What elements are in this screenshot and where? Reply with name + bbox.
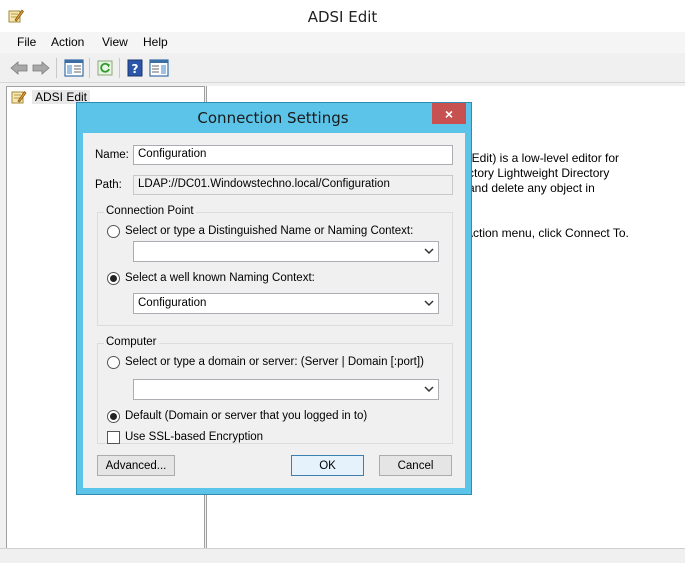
path-label: Path: bbox=[95, 179, 122, 191]
toolbar-separator bbox=[119, 58, 120, 78]
default-server-label[interactable]: Default (Domain or server that you logge… bbox=[125, 410, 367, 422]
dialog-title: Connection Settings bbox=[197, 109, 349, 127]
svg-text:?: ? bbox=[132, 62, 139, 76]
menu-action[interactable]: Action bbox=[51, 35, 84, 49]
well-known-context-value: Configuration bbox=[138, 297, 207, 309]
toolbar-separator bbox=[89, 58, 90, 78]
chevron-down-icon bbox=[424, 300, 434, 307]
show-hide-console-tree-button[interactable] bbox=[63, 57, 85, 79]
close-button[interactable]: × bbox=[432, 103, 466, 124]
ssl-encryption-label[interactable]: Use SSL-based Encryption bbox=[125, 431, 263, 443]
description-line: Action menu, click Connect To. bbox=[465, 226, 629, 240]
name-label: Name: bbox=[95, 149, 129, 161]
help-button[interactable]: ? bbox=[124, 57, 146, 79]
window-title: ADSI Edit bbox=[307, 8, 378, 26]
forward-arrow-icon bbox=[32, 61, 50, 75]
toolbar: ? bbox=[0, 53, 685, 83]
name-field[interactable]: Configuration bbox=[133, 145, 453, 165]
ok-button[interactable]: OK bbox=[291, 455, 364, 476]
well-known-context-label[interactable]: Select a well known Naming Context: bbox=[125, 272, 315, 284]
chevron-down-icon bbox=[424, 386, 434, 393]
well-known-context-combo[interactable]: Configuration bbox=[133, 293, 439, 314]
domain-server-label[interactable]: Select or type a domain or server: (Serv… bbox=[125, 356, 424, 368]
path-field: LDAP://DC01.Windowstechno.local/Configur… bbox=[133, 175, 453, 195]
help-icon: ? bbox=[127, 59, 143, 77]
distinguished-name-combo[interactable] bbox=[133, 241, 439, 262]
show-action-pane-button[interactable] bbox=[148, 57, 170, 79]
ssl-encryption-checkbox[interactable] bbox=[107, 431, 120, 444]
back-arrow-icon bbox=[10, 61, 28, 75]
show-action-pane-icon bbox=[149, 59, 169, 77]
description-line: ctory Lightweight Directory bbox=[468, 166, 610, 180]
menu-help[interactable]: Help bbox=[143, 35, 168, 49]
connection-point-group: Connection Point Select or type a Distin… bbox=[97, 205, 453, 326]
default-server-radio[interactable] bbox=[107, 410, 120, 423]
show-hide-console-tree-icon bbox=[64, 59, 84, 77]
back-button[interactable] bbox=[8, 57, 30, 79]
refresh-button[interactable] bbox=[94, 57, 116, 79]
menu-view[interactable]: View bbox=[102, 35, 128, 49]
advanced-button[interactable]: Advanced... bbox=[97, 455, 175, 476]
computer-group: Computer Select or type a domain or serv… bbox=[97, 336, 453, 444]
title-bar: ADSI Edit bbox=[0, 0, 685, 32]
status-bar bbox=[0, 548, 685, 563]
distinguished-name-radio[interactable] bbox=[107, 225, 120, 238]
menu-file[interactable]: File bbox=[17, 35, 36, 49]
connection-point-legend: Connection Point bbox=[104, 205, 196, 217]
description-line: I Edit) is a low-level editor for bbox=[465, 151, 620, 165]
toolbar-separator bbox=[56, 58, 57, 78]
forward-button[interactable] bbox=[30, 57, 52, 79]
close-icon: × bbox=[444, 105, 454, 122]
cancel-button[interactable]: Cancel bbox=[379, 455, 452, 476]
dialog-body: Name: Configuration Path: LDAP://DC01.Wi… bbox=[83, 133, 465, 488]
refresh-icon bbox=[97, 60, 113, 76]
adsi-edit-node-icon bbox=[11, 90, 27, 104]
connection-settings-dialog: Connection Settings × Name: Configuratio… bbox=[76, 102, 472, 495]
computer-legend: Computer bbox=[104, 336, 159, 348]
menu-bar: File Action View Help bbox=[0, 32, 685, 53]
well-known-context-radio[interactable] bbox=[107, 272, 120, 285]
domain-server-radio[interactable] bbox=[107, 356, 120, 369]
distinguished-name-label[interactable]: Select or type a Distinguished Name or N… bbox=[125, 225, 413, 237]
description-line: and delete any object in bbox=[468, 181, 595, 195]
domain-server-combo[interactable] bbox=[133, 379, 439, 400]
chevron-down-icon bbox=[424, 248, 434, 255]
